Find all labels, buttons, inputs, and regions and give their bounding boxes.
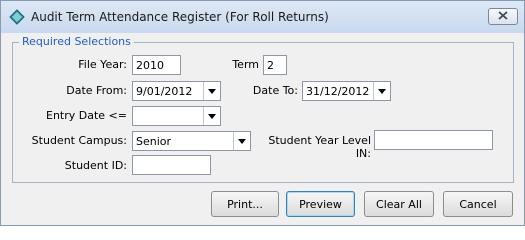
entry-date-label: Entry Date <=: [46, 109, 127, 122]
chevron-down-icon[interactable]: [203, 82, 220, 100]
date-from-picker[interactable]: 9/01/2012: [132, 81, 221, 101]
student-year-level-input[interactable]: [374, 130, 493, 150]
student-campus-label: Student Campus:: [31, 134, 127, 147]
window-title: Audit Term Attendance Register (For Roll…: [31, 10, 329, 24]
term-input[interactable]: [263, 55, 287, 75]
print-button[interactable]: Print...: [211, 191, 279, 217]
file-year-label: File Year:: [78, 58, 127, 71]
student-campus-value: Senior: [136, 135, 172, 148]
close-icon: [498, 10, 508, 23]
close-button[interactable]: [488, 8, 518, 25]
student-campus-select[interactable]: Senior: [132, 131, 251, 151]
entry-date-picker[interactable]: [132, 106, 221, 126]
title-bar[interactable]: Audit Term Attendance Register (For Roll…: [1, 1, 524, 33]
date-from-value: 9/01/2012: [136, 85, 193, 98]
file-year-input[interactable]: [132, 55, 181, 75]
chevron-down-icon[interactable]: [233, 132, 250, 150]
date-to-label: Date To:: [252, 84, 298, 97]
student-id-label: Student ID:: [64, 159, 127, 172]
chevron-down-icon[interactable]: [373, 82, 390, 100]
app-diamond-icon: [9, 9, 25, 25]
date-to-picker[interactable]: 31/12/2012: [302, 81, 391, 101]
term-label: Term: [232, 58, 259, 71]
chevron-down-icon[interactable]: [203, 107, 220, 125]
preview-button[interactable]: Preview: [286, 191, 355, 217]
dialog-window: Audit Term Attendance Register (For Roll…: [0, 0, 525, 226]
cancel-button[interactable]: Cancel: [443, 191, 513, 217]
date-to-value: 31/12/2012: [306, 85, 370, 98]
student-year-level-label: Student Year Level IN:: [268, 134, 371, 160]
student-id-input[interactable]: [132, 155, 211, 175]
clear-all-button[interactable]: Clear All: [364, 191, 434, 217]
group-legend: Required Selections: [19, 35, 134, 48]
date-from-label: Date From:: [66, 84, 127, 97]
